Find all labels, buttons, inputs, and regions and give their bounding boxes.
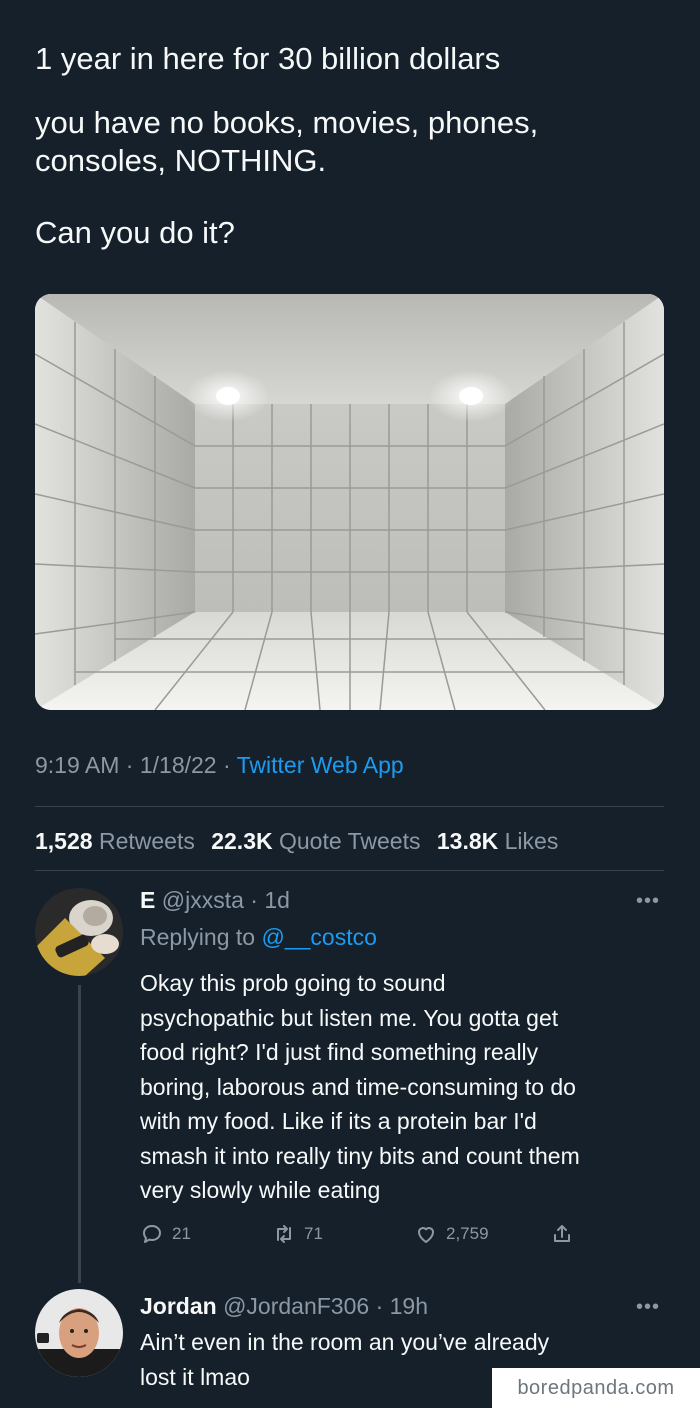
source-app-link[interactable]: Twitter Web App bbox=[237, 752, 404, 778]
like-action[interactable]: 2,759 bbox=[414, 1222, 489, 1246]
reply-count: 21 bbox=[172, 1224, 191, 1243]
retweet-action[interactable]: 71 bbox=[272, 1222, 323, 1246]
reply-action[interactable]: 21 bbox=[140, 1222, 191, 1246]
engagement-stats: 1,528 Retweets 22.3K Quote Tweets 13.8K … bbox=[35, 828, 558, 855]
author-name[interactable]: Jordan bbox=[140, 1293, 217, 1319]
reply-header: Jordan @JordanF306 · 19h bbox=[140, 1293, 428, 1320]
reply-age: · 1d bbox=[250, 887, 290, 913]
tweet-text-line-3: Can you do it? bbox=[35, 215, 235, 250]
reply-icon bbox=[143, 1225, 161, 1243]
watermark: boredpanda.com bbox=[492, 1368, 700, 1408]
avatar-image bbox=[35, 888, 123, 976]
reply-age: · 19h bbox=[375, 1293, 429, 1319]
retweets-stat[interactable]: 1,528 Retweets bbox=[35, 828, 195, 854]
tweet-text-paragraph-2: you have no books, movies, phones, conso… bbox=[35, 104, 675, 180]
avatar-image bbox=[35, 1289, 123, 1377]
retweet-icon bbox=[277, 1225, 291, 1243]
retweet-count: 71 bbox=[304, 1224, 323, 1243]
quote-tweets-stat[interactable]: 22.3K Quote Tweets bbox=[211, 828, 420, 854]
tweet-time: 9:19 AM bbox=[35, 752, 120, 778]
reply-text-line: with my food. Like if its a protein bar … bbox=[140, 1108, 537, 1134]
likes-stat[interactable]: 13.8K Likes bbox=[437, 828, 558, 854]
share-action[interactable] bbox=[550, 1222, 574, 1246]
reply-header: E @jxxsta · 1d bbox=[140, 887, 290, 914]
divider bbox=[35, 806, 664, 807]
reply-text-line: boring, laborous and time-consuming to d… bbox=[140, 1073, 576, 1100]
tweet-text-line-2a: you have no books, movies, phones, bbox=[35, 105, 539, 140]
tweet-image-padded-room[interactable] bbox=[35, 294, 664, 710]
reply-text-line: psychopathic but listen me. You gotta ge… bbox=[140, 1004, 559, 1031]
tweet-date: 1/18/22 bbox=[139, 752, 217, 778]
divider bbox=[35, 870, 664, 871]
more-icon[interactable]: ••• bbox=[636, 890, 660, 913]
author-name[interactable]: E bbox=[140, 887, 155, 913]
tweet-text-line-1: 1 year in here for 30 billion dollars bbox=[35, 41, 501, 76]
reply-text-line: very slowly while eating bbox=[140, 1177, 381, 1203]
author-handle[interactable]: @JordanF306 bbox=[223, 1293, 369, 1319]
like-count: 2,759 bbox=[446, 1224, 489, 1243]
share-icon bbox=[554, 1225, 570, 1242]
thread-line bbox=[78, 985, 81, 1283]
separator: · bbox=[222, 752, 231, 778]
reply-text-line: Okay this prob going to sound bbox=[140, 970, 446, 996]
heart-icon bbox=[418, 1227, 434, 1243]
replying-to: Replying to @__costco bbox=[140, 924, 377, 951]
replying-to-label: Replying to bbox=[140, 924, 256, 950]
replying-to-mention[interactable]: @__costco bbox=[261, 924, 376, 950]
reply-text-line: smash it into really tiny bits and count… bbox=[140, 1142, 580, 1169]
separator: · bbox=[125, 752, 134, 778]
author-handle[interactable]: @jxxsta bbox=[162, 887, 244, 913]
more-icon[interactable]: ••• bbox=[636, 1296, 660, 1319]
avatar[interactable] bbox=[35, 888, 123, 976]
padded-room-illustration bbox=[35, 294, 664, 710]
reply-text-line: Ain’t even in the room an you’ve already bbox=[140, 1329, 550, 1355]
reply-text-line: food right? I'd just find something real… bbox=[140, 1039, 539, 1065]
tweet-timestamp: 9:19 AM · 1/18/22 · Twitter Web App bbox=[35, 752, 404, 779]
avatar[interactable] bbox=[35, 1289, 123, 1377]
reply-text: Okay this prob going to sound psychopath… bbox=[140, 966, 680, 1208]
tweet-text-line-2b: consoles, NOTHING. bbox=[35, 143, 327, 178]
